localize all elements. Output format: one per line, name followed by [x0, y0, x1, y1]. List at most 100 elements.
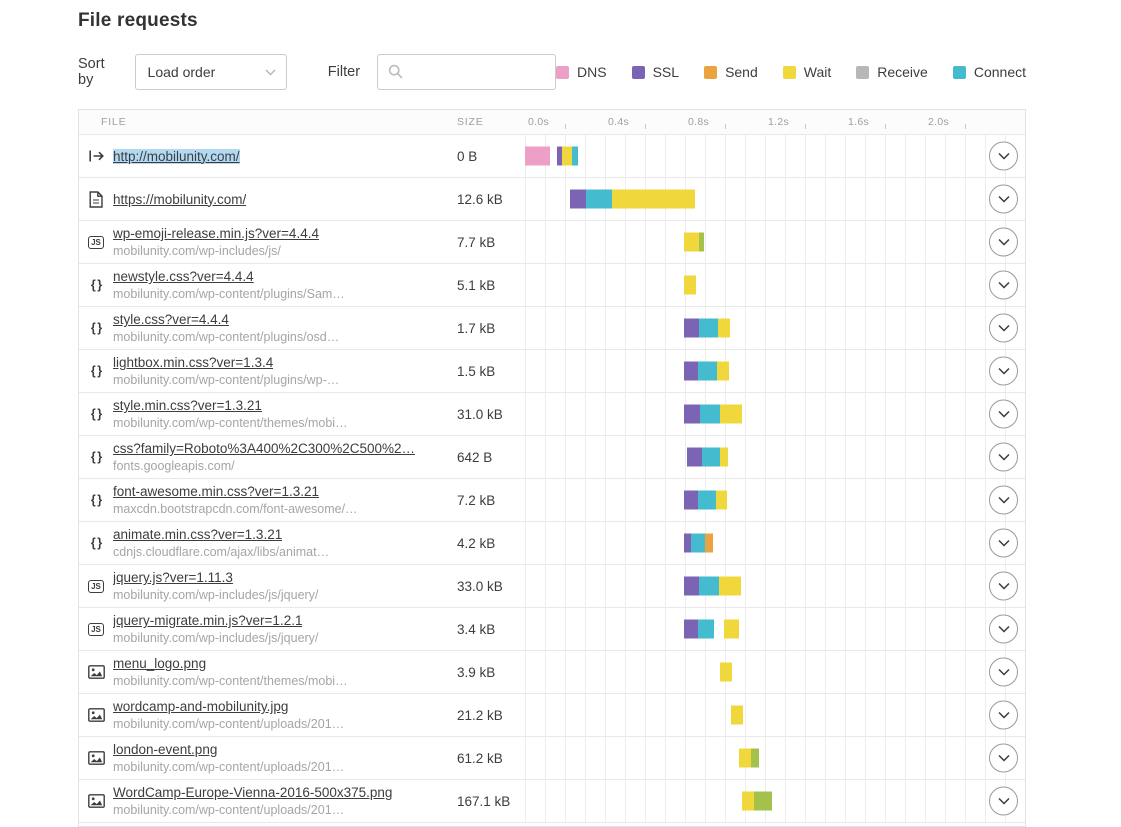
- expand-row-button[interactable]: [989, 227, 1018, 257]
- chevron-down-icon: [997, 195, 1010, 203]
- page: File requests Sort by Load order Filter …: [78, 10, 1026, 827]
- file-link[interactable]: font-awesome.min.css?ver=1.3.21: [113, 484, 319, 499]
- column-header-size: SIZE: [457, 116, 484, 128]
- wait-bar-segment: [718, 318, 730, 338]
- css-file-icon: { }: [90, 407, 102, 421]
- wait-bar-segment: [720, 404, 742, 424]
- file-size: 3.9 kB: [457, 664, 496, 680]
- file-cell: jquery.js?ver=1.11.3 mobilunity.com/wp-i…: [113, 565, 449, 607]
- expand-row-button[interactable]: [989, 657, 1018, 687]
- chevron-down-icon: [997, 539, 1010, 547]
- expand-row-button[interactable]: [989, 571, 1018, 601]
- request-rows: http://mobilunity.com/ 0 B https://mobil…: [79, 134, 1025, 822]
- time-tick-label: 0.4s: [608, 116, 630, 128]
- file-size: 4.2 kB: [457, 535, 496, 551]
- waterfall-timeline: [525, 436, 1025, 478]
- file-cell: font-awesome.min.css?ver=1.3.21 maxcdn.b…: [113, 479, 449, 521]
- file-size: 167.1 kB: [457, 793, 511, 809]
- chevron-down-icon: [997, 582, 1010, 590]
- ssl-bar-segment: [684, 619, 698, 639]
- file-request-row: { } style.min.css?ver=1.3.21 mobilunity.…: [79, 392, 1025, 435]
- file-type-icon-cell: { }: [79, 522, 113, 564]
- file-path: mobilunity.com/wp-content/plugins/Sam…: [113, 287, 345, 301]
- file-cell: london-event.png mobilunity.com/wp-conte…: [113, 737, 449, 779]
- expand-row-button[interactable]: [989, 184, 1018, 214]
- time-tick-label: 1.2s: [768, 116, 790, 128]
- connect-bar-segment: [699, 576, 719, 596]
- file-link[interactable]: animate.min.css?ver=1.3.21: [113, 527, 282, 542]
- image-file-icon: [87, 794, 105, 808]
- legend-swatch: [952, 65, 966, 79]
- legend-item-connect: Connect: [952, 64, 1026, 80]
- expand-row-button[interactable]: [989, 700, 1018, 730]
- time-tick-mark: [645, 124, 646, 129]
- wait-bar-segment: [684, 275, 696, 295]
- expand-row-button[interactable]: [989, 270, 1018, 300]
- receive-bar-segment: [751, 748, 759, 768]
- legend: DNS SSL Send Wait Receive Connect: [556, 64, 1026, 80]
- legend-swatch: [704, 65, 718, 79]
- expand-row-button[interactable]: [989, 786, 1018, 816]
- waterfall-timeline: [525, 694, 1025, 736]
- ssl-bar-segment: [684, 576, 699, 596]
- css-file-icon: { }: [90, 493, 102, 507]
- connect-bar-segment: [698, 619, 714, 639]
- dns-bar-segment: [525, 146, 550, 166]
- expand-row-button[interactable]: [989, 399, 1018, 429]
- file-type-icon-cell: { }: [79, 350, 113, 392]
- file-link[interactable]: london-event.png: [113, 742, 217, 757]
- ssl-bar-segment: [684, 361, 698, 381]
- file-link[interactable]: wordcamp-and-mobilunity.jpg: [113, 699, 288, 714]
- expand-row-button[interactable]: [989, 141, 1018, 171]
- file-link[interactable]: css?family=Roboto%3A400%2C300%2C500%2…: [113, 441, 415, 456]
- file-link[interactable]: newstyle.css?ver=4.4.4: [113, 269, 254, 284]
- chevron-down-icon: [997, 797, 1010, 805]
- file-link[interactable]: jquery-migrate.min.js?ver=1.2.1: [113, 613, 302, 628]
- file-request-row: wordcamp-and-mobilunity.jpg mobilunity.c…: [79, 693, 1025, 736]
- file-link[interactable]: style.min.css?ver=1.3.21: [113, 398, 262, 413]
- file-path: mobilunity.com/wp-content/plugins/osd…: [113, 330, 340, 344]
- sort-select[interactable]: Load order: [134, 54, 287, 90]
- file-link[interactable]: WordCamp-Europe-Vienna-2016-500x375.png: [113, 785, 392, 800]
- expand-row-button[interactable]: [989, 743, 1018, 773]
- column-header-file: FILE: [101, 116, 127, 128]
- chevron-down-icon: [997, 238, 1010, 246]
- file-cell: http://mobilunity.com/: [113, 135, 449, 177]
- expand-row-button[interactable]: [989, 356, 1018, 386]
- file-link[interactable]: jquery.js?ver=1.11.3: [113, 570, 233, 585]
- file-type-icon-cell: [79, 135, 113, 177]
- waterfall-timeline: [525, 221, 1025, 263]
- expand-row-button[interactable]: [989, 528, 1018, 558]
- file-link[interactable]: wp-emoji-release.min.js?ver=4.4.4: [113, 226, 319, 241]
- file-request-row: JS wp-emoji-release.min.js?ver=4.4.4 mob…: [79, 220, 1025, 263]
- time-tick-label: 1.6s: [848, 116, 870, 128]
- expand-row-button[interactable]: [989, 313, 1018, 343]
- css-file-icon: { }: [90, 278, 102, 292]
- file-link[interactable]: lightbox.min.css?ver=1.3.4: [113, 355, 273, 370]
- chevron-down-icon: [997, 410, 1010, 418]
- filter-input[interactable]: [377, 54, 557, 90]
- connect-bar-segment: [702, 447, 720, 467]
- waterfall-timeline: [525, 522, 1025, 564]
- file-request-row: { } css?family=Roboto%3A400%2C300%2C500%…: [79, 435, 1025, 478]
- expand-row-button[interactable]: [989, 442, 1018, 472]
- file-cell: lightbox.min.css?ver=1.3.4 mobilunity.co…: [113, 350, 449, 392]
- file-size: 7.7 kB: [457, 234, 496, 250]
- file-size: 61.2 kB: [457, 750, 503, 766]
- file-link[interactable]: style.css?ver=4.4.4: [113, 312, 229, 327]
- file-cell: newstyle.css?ver=4.4.4 mobilunity.com/wp…: [113, 264, 449, 306]
- file-type-icon-cell: [79, 780, 113, 822]
- file-path: maxcdn.bootstrapcdn.com/font-awesome/…: [113, 502, 358, 516]
- file-size: 3.4 kB: [457, 621, 496, 637]
- expand-row-button[interactable]: [989, 485, 1018, 515]
- connect-bar-segment: [572, 146, 578, 166]
- file-request-row: { } newstyle.css?ver=4.4.4 mobilunity.co…: [79, 263, 1025, 306]
- waterfall-timeline: [525, 565, 1025, 607]
- file-link[interactable]: menu_logo.png: [113, 656, 206, 671]
- file-cell: jquery-migrate.min.js?ver=1.2.1 mobiluni…: [113, 608, 449, 650]
- redirect-icon: [88, 150, 104, 162]
- expand-row-button[interactable]: [989, 614, 1018, 644]
- file-link[interactable]: http://mobilunity.com/: [113, 148, 240, 164]
- file-link[interactable]: https://mobilunity.com/: [113, 192, 246, 207]
- wait-bar-segment: [612, 189, 695, 209]
